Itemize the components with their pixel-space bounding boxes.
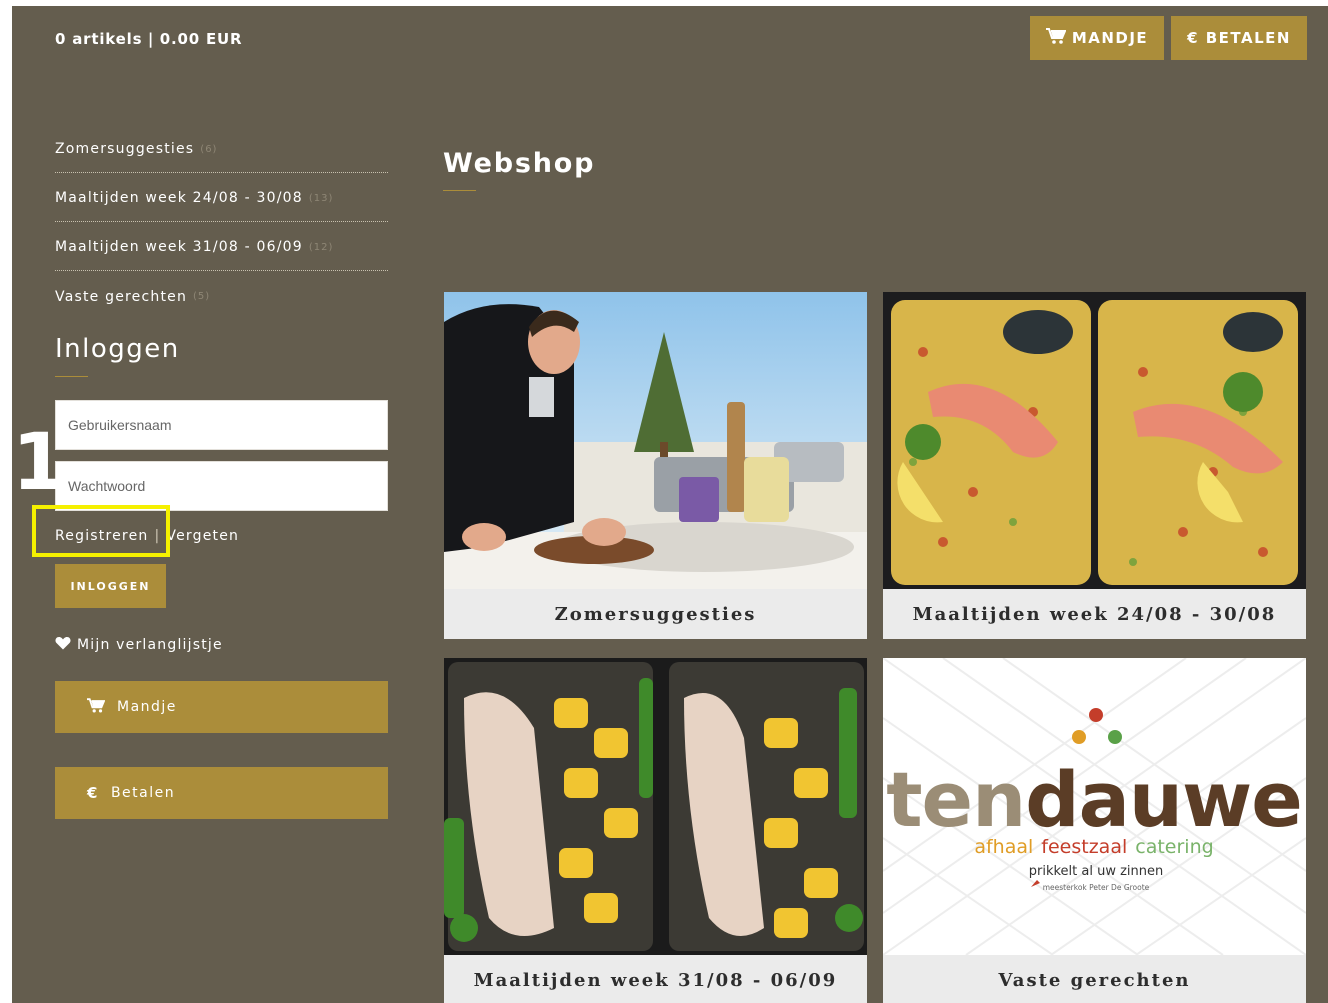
wishlist-label: Mijn verlanglijstje	[77, 637, 223, 653]
category-tile-vaste-gerechten[interactable]: tendauwe afhaal feestzaal catering prikkel…	[883, 658, 1306, 1003]
logo-text-dauwe: dauwe	[1025, 755, 1302, 844]
tile-image	[444, 292, 867, 589]
login-title: Inloggen	[55, 334, 180, 364]
cart-summary-separator: |	[147, 30, 155, 48]
tile-caption: Maaltijden week 31/08 - 06/09	[473, 969, 838, 991]
category-label: Maaltijden week 24/08 - 30/08	[55, 190, 303, 206]
tile-caption: Zomersuggesties	[554, 603, 757, 625]
category-tile-week-31-08[interactable]: Maaltijden week 31/08 - 06/09	[444, 658, 867, 1003]
login-button[interactable]: INLOGGEN	[55, 564, 166, 608]
logo-text-ten: ten	[886, 755, 1025, 844]
page-title: Webshop	[443, 148, 596, 179]
heart-icon	[55, 636, 71, 654]
sidebar-pay-button[interactable]: € Betalen	[55, 767, 388, 819]
category-item-vaste-gerechten[interactable]: Vaste gerechten (5)	[55, 271, 388, 320]
wishlist-link[interactable]: Mijn verlanglijstje	[55, 636, 223, 654]
annotation-marker: 1	[12, 418, 67, 508]
category-item-week-24-08[interactable]: Maaltijden week 24/08 - 30/08 (13)	[55, 173, 388, 222]
tile-image	[444, 658, 867, 955]
tile-caption: Maaltijden week 24/08 - 30/08	[912, 603, 1277, 625]
forgot-link[interactable]: Vergeten	[166, 528, 239, 544]
svg-text:prikkelt al uw zinnen: prikkelt al uw zinnen	[1029, 864, 1164, 879]
cart-count: 0 artikels	[55, 30, 143, 48]
sidebar-cart-label: Mandje	[117, 699, 177, 715]
svg-text:afhaalfeestzaalcatering: afhaal feestzaal catering	[974, 836, 1213, 858]
title-underline	[443, 190, 476, 191]
title-underline	[55, 376, 88, 377]
highlight-box	[32, 505, 170, 557]
header-cart-label: MANDJE	[1071, 29, 1149, 47]
tile-image	[883, 292, 1306, 589]
category-count: (12)	[308, 241, 334, 253]
header-pay-label: € BETALEN	[1187, 29, 1291, 47]
cart-total: 0.00 EUR	[159, 30, 243, 48]
category-tile-week-24-08[interactable]: Maaltijden week 24/08 - 30/08	[883, 292, 1306, 639]
euro-icon: €	[87, 784, 99, 802]
category-count: (6)	[200, 143, 218, 155]
category-item-week-31-08[interactable]: Maaltijden week 31/08 - 06/09 (12)	[55, 222, 388, 271]
svg-text:tendauwe: tendauwe	[886, 755, 1302, 844]
cart-summary: 0 artikels | 0.00 EUR	[55, 30, 242, 48]
category-list: Zomersuggesties (6) Maaltijden week 24/0…	[55, 124, 388, 320]
category-label: Zomersuggesties	[55, 141, 195, 157]
username-input[interactable]	[55, 400, 388, 450]
password-input[interactable]	[55, 461, 388, 511]
page: 0 artikels | 0.00 EUR MANDJE € BETALEN Z…	[12, 6, 1328, 1003]
category-label: Maaltijden week 31/08 - 06/09	[55, 239, 303, 255]
category-count: (5)	[193, 291, 211, 302]
category-count: (13)	[308, 192, 334, 204]
category-item-zomersuggesties[interactable]: Zomersuggesties (6)	[55, 124, 388, 173]
svg-text:meesterkok Peter De Groote: meesterkok Peter De Groote	[1043, 883, 1150, 892]
tendauwe-logo: tendauwe afhaal feestzaal catering prikkel…	[883, 658, 1306, 955]
header-pay-button[interactable]: € BETALEN	[1171, 16, 1307, 60]
cart-icon	[1045, 28, 1067, 48]
tile-caption: Vaste gerechten	[998, 969, 1191, 991]
category-label: Vaste gerechten	[55, 288, 188, 305]
category-tile-zomersuggesties[interactable]: Zomersuggesties	[444, 292, 867, 639]
sidebar-cart-button[interactable]: Mandje	[55, 681, 388, 733]
sidebar-pay-label: Betalen	[110, 785, 176, 801]
header-cart-button[interactable]: MANDJE	[1030, 16, 1164, 60]
cart-icon	[87, 697, 106, 717]
